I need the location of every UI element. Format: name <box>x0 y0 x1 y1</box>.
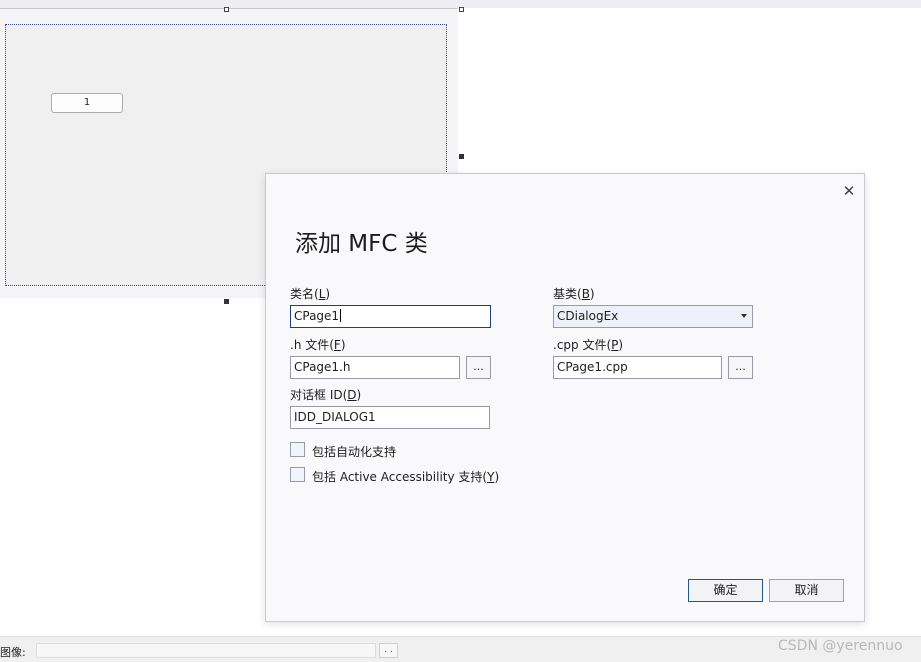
close-icon[interactable]: ✕ <box>840 182 858 200</box>
image-path-field[interactable] <box>36 643 376 658</box>
base-class-value: CDialogEx <box>557 309 619 323</box>
class-name-label: 类名(L) <box>290 287 331 301</box>
cancel-button[interactable]: 取消 <box>769 579 844 602</box>
automation-checkbox-label: 包括自动化支持 <box>312 445 397 459</box>
resize-handle-bottom[interactable] <box>224 299 229 304</box>
accessibility-checkbox[interactable] <box>290 467 305 482</box>
cpp-file-input[interactable]: CPage1.cpp <box>553 356 722 379</box>
h-file-input[interactable]: CPage1.h <box>290 356 460 379</box>
chevron-down-icon <box>741 314 747 318</box>
h-file-browse-button[interactable]: ... <box>466 356 491 379</box>
automation-checkbox[interactable] <box>290 442 305 457</box>
accessibility-checkbox-label: 包括 Active Accessibility 支持(Y) <box>312 470 500 484</box>
canvas-button-control[interactable]: 1 <box>51 93 123 113</box>
resize-handle-top-right[interactable] <box>459 7 464 12</box>
image-browse-button[interactable]: . . <box>379 643 398 658</box>
base-class-label: 基类(B) <box>553 287 595 301</box>
class-name-input[interactable]: CPage1 <box>290 305 491 328</box>
dialog-id-label: 对话框 ID(D) <box>290 388 362 402</box>
cpp-file-label: .cpp 文件(P) <box>553 338 624 352</box>
cpp-file-browse-button[interactable]: ... <box>728 356 753 379</box>
ok-button[interactable]: 确定 <box>688 579 763 602</box>
designer-top-divider <box>0 8 458 9</box>
base-class-select[interactable]: CDialogEx <box>553 305 753 328</box>
dialog-id-input[interactable]: IDD_DIALOG1 <box>290 406 490 429</box>
watermark-text: CSDN @yerennuo <box>778 638 903 654</box>
dialog-title: 添加 MFC 类 <box>295 231 428 257</box>
resize-handle-top[interactable] <box>224 7 229 12</box>
image-label: 图像: <box>0 646 26 659</box>
text-caret <box>340 309 342 322</box>
resize-handle-right[interactable] <box>459 154 464 159</box>
add-mfc-class-dialog: ✕ 添加 MFC 类 类名(L) CPage1 基类(B) CDialogEx … <box>265 173 865 622</box>
h-file-label: .h 文件(F) <box>290 338 346 352</box>
